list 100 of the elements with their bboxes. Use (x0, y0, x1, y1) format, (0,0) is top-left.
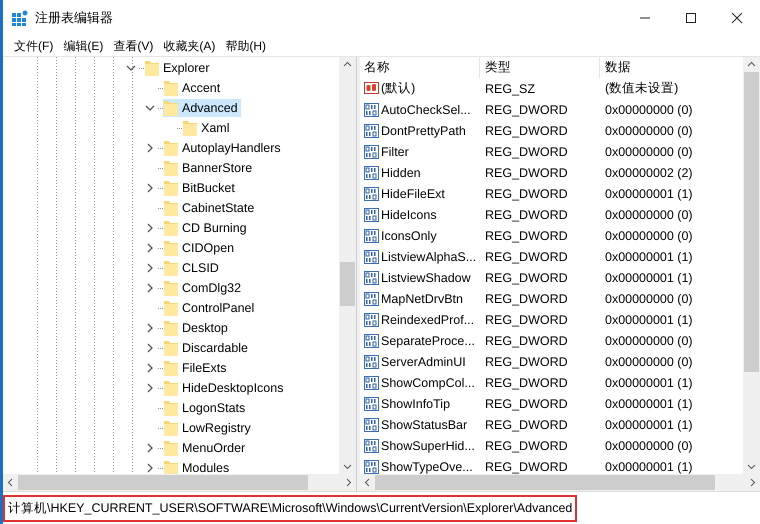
binary-value-icon (364, 250, 379, 264)
tree-item[interactable]: Explorer (144, 59, 213, 77)
scrollbar[interactable] (339, 57, 356, 474)
folder-icon (164, 380, 178, 396)
value-name[interactable]: MapNetDrvBtn (381, 292, 463, 306)
scrollbar[interactable] (360, 474, 760, 491)
tree-item[interactable]: FileExts (163, 359, 230, 377)
value-data: 0x00000001 (1) (604, 460, 694, 474)
chevron-icon[interactable] (145, 323, 155, 333)
value-name[interactable]: ShowTypeOve... (381, 460, 473, 474)
chevron-icon[interactable] (145, 383, 155, 393)
chevron-icon[interactable] (145, 183, 155, 193)
tree-item[interactable]: BannerStore (163, 159, 256, 177)
value-name[interactable]: DontPrettyPath (381, 124, 466, 138)
chevron-icon[interactable] (145, 223, 155, 233)
value-type: REG_DWORD (484, 250, 569, 264)
value-name[interactable]: Hidden (381, 166, 421, 180)
chevron-icon[interactable] (145, 103, 155, 113)
tree-item[interactable]: Advanced (163, 99, 241, 117)
menu-item[interactable]: 编辑(E) (58, 38, 108, 54)
chevron-icon[interactable] (145, 243, 155, 253)
tree-item[interactable]: MenuOrder (163, 439, 248, 457)
value-data: 0x00000002 (2) (604, 166, 694, 180)
tree-item[interactable]: LogonStats (163, 399, 248, 417)
value-name[interactable]: ShowInfoTip (381, 396, 450, 410)
chevron-icon[interactable] (145, 363, 155, 373)
tree-item[interactable]: AutoplayHandlers (163, 139, 284, 157)
value-name[interactable]: ShowStatusBar (381, 418, 468, 432)
chevron-icon[interactable] (145, 443, 155, 453)
value-type: REG_DWORD (484, 166, 569, 180)
scroll-thumb[interactable] (18, 475, 308, 490)
value-name[interactable]: ServerAdminUI (381, 354, 466, 368)
value-name[interactable]: AutoCheckSel... (381, 102, 471, 116)
menu-item[interactable]: 收藏夹(A) (158, 38, 220, 54)
value-type: REG_DWORD (484, 334, 569, 348)
close-icon (731, 12, 743, 24)
scroll-thumb[interactable] (340, 262, 355, 306)
value-name[interactable]: SeparateProce... (381, 334, 475, 348)
binary-value-icon (364, 292, 379, 306)
maximize-icon (685, 12, 697, 24)
menu-item[interactable]: 帮助(H) (220, 38, 271, 54)
folder-icon (164, 100, 178, 116)
binary-value-icon (364, 102, 379, 116)
chevron-icon[interactable] (145, 263, 155, 273)
tree-item[interactable]: CD Burning (163, 219, 250, 237)
folder-icon (164, 220, 178, 236)
binary-value-icon (364, 438, 379, 452)
value-data: 0x00000001 (1) (604, 376, 694, 390)
folder-icon (164, 140, 178, 156)
value-type: REG_DWORD (484, 124, 569, 138)
value-name[interactable]: ListviewShadow (381, 270, 471, 284)
binary-value-icon (364, 334, 379, 348)
folder-icon (164, 200, 178, 216)
column-header[interactable]: 数据 (600, 57, 738, 78)
menu-item[interactable]: 查看(V) (108, 38, 158, 54)
tree-item[interactable]: HideDesktopIcons (163, 379, 286, 397)
value-name[interactable]: (默认) (381, 80, 416, 97)
tree-item[interactable]: Discardable (163, 339, 252, 357)
scroll-thumb[interactable] (375, 475, 715, 490)
chevron-icon[interactable] (145, 143, 155, 153)
tree-item[interactable]: BitBucket (163, 179, 238, 197)
tree-item[interactable]: Accent (163, 79, 224, 97)
tree-item[interactable]: CabinetState (163, 199, 258, 217)
tree-item[interactable]: Xaml (182, 119, 232, 137)
binary-value-icon (364, 270, 379, 284)
value-name[interactable]: Filter (381, 144, 409, 158)
value-data: 0x00000000 (0) (604, 102, 694, 116)
binary-value-icon (364, 460, 379, 474)
value-type: REG_DWORD (484, 292, 569, 306)
binary-value-icon (364, 186, 379, 200)
tree-item[interactable]: CLSID (163, 259, 222, 277)
value-data: (数值未设置) (604, 80, 680, 97)
tree-item[interactable]: ControlPanel (163, 299, 258, 317)
value-name[interactable]: ShowCompCol... (381, 376, 475, 390)
folder-icon (164, 320, 178, 336)
status-path: 计算机\HKEY_CURRENT_USER\SOFTWARE\Microsoft\Windows\CurrentVersion\Explorer\Advanced (3, 494, 578, 522)
scrollbar[interactable] (3, 474, 356, 491)
value-name[interactable]: HideIcons (381, 208, 437, 222)
tree-item[interactable]: CIDOpen (163, 239, 238, 257)
value-type: REG_DWORD (484, 460, 569, 474)
value-data: 0x00000001 (1) (604, 250, 694, 264)
chevron-icon[interactable] (126, 63, 136, 73)
menu-item[interactable]: 文件(F) (9, 38, 58, 54)
scroll-thumb[interactable] (744, 72, 759, 372)
tree-item[interactable]: ComDlg32 (163, 279, 244, 297)
value-data: 0x00000001 (1) (604, 270, 694, 284)
tree-item[interactable]: LowRegistry (163, 419, 254, 437)
chevron-icon[interactable] (145, 283, 155, 293)
column-header[interactable]: 类型 (480, 57, 600, 78)
value-name[interactable]: ShowSuperHid... (381, 438, 475, 452)
chevron-icon[interactable] (145, 463, 155, 473)
scrollbar[interactable] (743, 57, 760, 474)
value-name[interactable]: ListviewAlphaS... (381, 250, 476, 264)
value-name[interactable]: ReindexedProf... (381, 312, 474, 326)
tree-item[interactable]: Desktop (163, 319, 231, 337)
value-name[interactable]: HideFileExt (381, 186, 445, 200)
chevron-icon[interactable] (145, 343, 155, 353)
binary-value-icon (364, 144, 379, 158)
value-name[interactable]: IconsOnly (381, 228, 437, 242)
column-header[interactable]: 名称 (360, 57, 480, 78)
